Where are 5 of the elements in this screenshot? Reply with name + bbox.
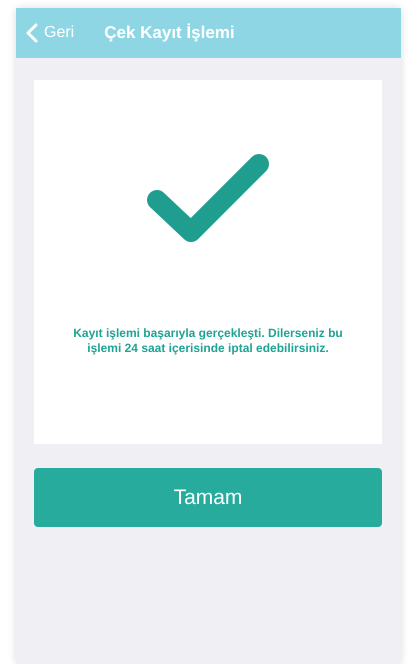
back-button[interactable]: Geri [26,23,74,43]
ok-button[interactable]: Tamam [34,468,382,527]
screen-title: Çek Kayıt İşlemi [104,23,235,43]
back-icon [26,23,38,43]
success-message: Kayıt işlemi başarıyla gerçekleşti. Dilerseniz bu işlemi 24 saat içerisinde iptal edebilirsiniz. [72,326,344,356]
